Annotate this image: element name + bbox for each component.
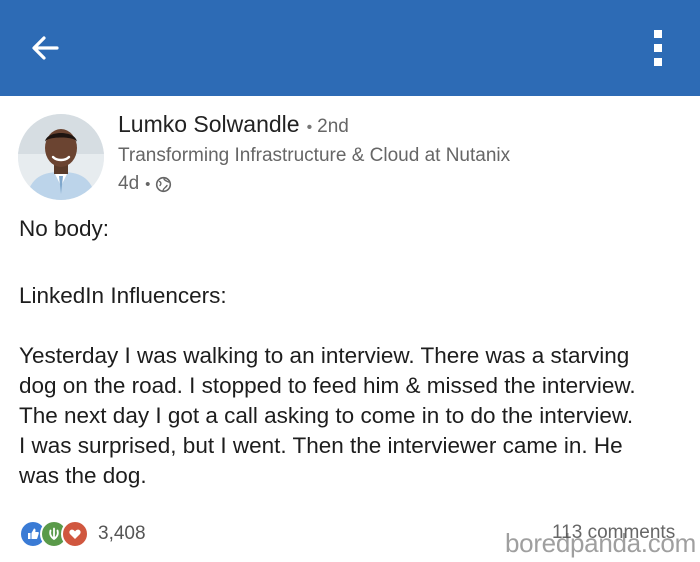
globe-icon — [156, 176, 172, 192]
post-line: The next day I got a call asking to come… — [19, 403, 634, 428]
love-icon — [61, 520, 89, 548]
reactions-summary[interactable]: 3,408 — [19, 519, 146, 549]
avatar-photo — [18, 114, 104, 200]
app-header — [0, 0, 700, 96]
post-line: I was surprised, but I went. Then the in… — [19, 433, 623, 458]
reaction-count: 3,408 — [98, 523, 146, 544]
post-line: Yesterday I was walking to an interview.… — [19, 343, 630, 368]
post-paragraph: No body: — [19, 216, 110, 241]
more-options-button[interactable] — [640, 24, 676, 72]
connection-degree: 2nd — [317, 116, 349, 137]
post-meta: 4d • — [118, 173, 172, 195]
back-button[interactable] — [22, 26, 68, 70]
author-headline: Transforming Infrastructure & Cloud at N… — [118, 145, 511, 166]
post-line: dog on the road. I stopped to feed him &… — [19, 373, 636, 398]
post-time: 4d — [118, 173, 140, 194]
author-line: Lumko Solwandle • 2nd — [118, 111, 349, 138]
post-line: was the dog. — [19, 463, 147, 488]
watermark: boredpanda.com — [505, 528, 696, 558]
arrow-left-icon — [32, 36, 59, 60]
post-paragraph: LinkedIn Influencers: — [19, 283, 227, 308]
separator-dot: • — [306, 119, 313, 136]
separator-dot: • — [145, 175, 151, 193]
more-vertical-icon — [654, 30, 662, 66]
avatar[interactable] — [18, 114, 104, 200]
post-paragraph: Yesterday I was walking to an interview.… — [19, 341, 689, 491]
author-name[interactable]: Lumko Solwandle — [118, 111, 300, 138]
